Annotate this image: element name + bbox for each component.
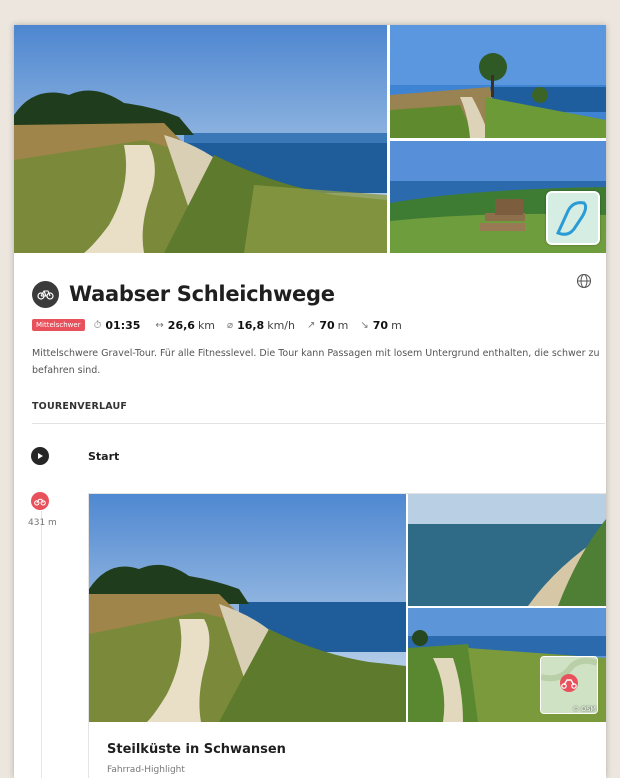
hero-photo-top-right[interactable] [390, 25, 606, 138]
tour-stats: Mittelschwer ⏱ 01:35 ↔ 26,6 km ⌀ 16,8 km/h… [32, 318, 414, 332]
arrow-up-right-icon: ↗ [306, 319, 316, 331]
hero-photo-main[interactable] [14, 25, 387, 253]
tour-card: Waabser Schleichwege Mittelschwer ⏱ 01:3… [14, 25, 606, 778]
highlight-photo-bottom-right[interactable]: © OSM [408, 608, 606, 722]
arrows-horizontal-icon: ↔ [155, 319, 164, 331]
clock-icon: ⏱ [93, 319, 102, 331]
distance-stat: ↔ 26,6 km [155, 318, 216, 332]
route-map-thumbnail[interactable] [546, 191, 600, 245]
highlight-photo-top-right[interactable] [408, 494, 606, 606]
tour-title-row: Waabser Schleichwege [32, 279, 335, 309]
play-icon [31, 447, 49, 465]
hero-photo-bottom-right[interactable] [390, 141, 606, 253]
average-icon: ⌀ [227, 319, 234, 331]
globe-icon[interactable] [576, 273, 592, 289]
timeline-line [41, 511, 42, 778]
waypoint-distance: 431 m [28, 518, 57, 528]
arrow-down-right-icon: ↘ [360, 319, 369, 331]
highlight-card[interactable]: © OSM Steilküste in Schwansen Fahrrad-Hi… [88, 493, 606, 778]
hero-gallery[interactable] [14, 25, 606, 253]
bicycle-icon [32, 280, 59, 308]
highlight-subtitle: Fahrrad-Highlight [107, 765, 185, 775]
bicycle-icon [31, 492, 49, 510]
section-heading: TOURENVERLAUF [32, 401, 128, 412]
tour-title: Waabser Schleichwege [69, 282, 335, 306]
descent-stat: ↘ 70 m [360, 318, 402, 332]
duration-stat: ⏱ 01:35 [93, 318, 141, 332]
speed-stat: ⌀ 16,8 km/h [227, 318, 295, 332]
ascent-stat: ↗ 70 m [306, 318, 349, 332]
divider [32, 423, 605, 424]
highlight-photo-main[interactable] [89, 494, 406, 722]
map-credit: © OSM [572, 705, 596, 713]
start-label[interactable]: Start [88, 450, 119, 463]
highlight-title[interactable]: Steilküste in Schwansen [107, 742, 286, 757]
tour-description: Mittelschwere Gravel-Tour. Für alle Fitn… [32, 348, 600, 376]
difficulty-badge: Mittelschwer [32, 319, 85, 331]
